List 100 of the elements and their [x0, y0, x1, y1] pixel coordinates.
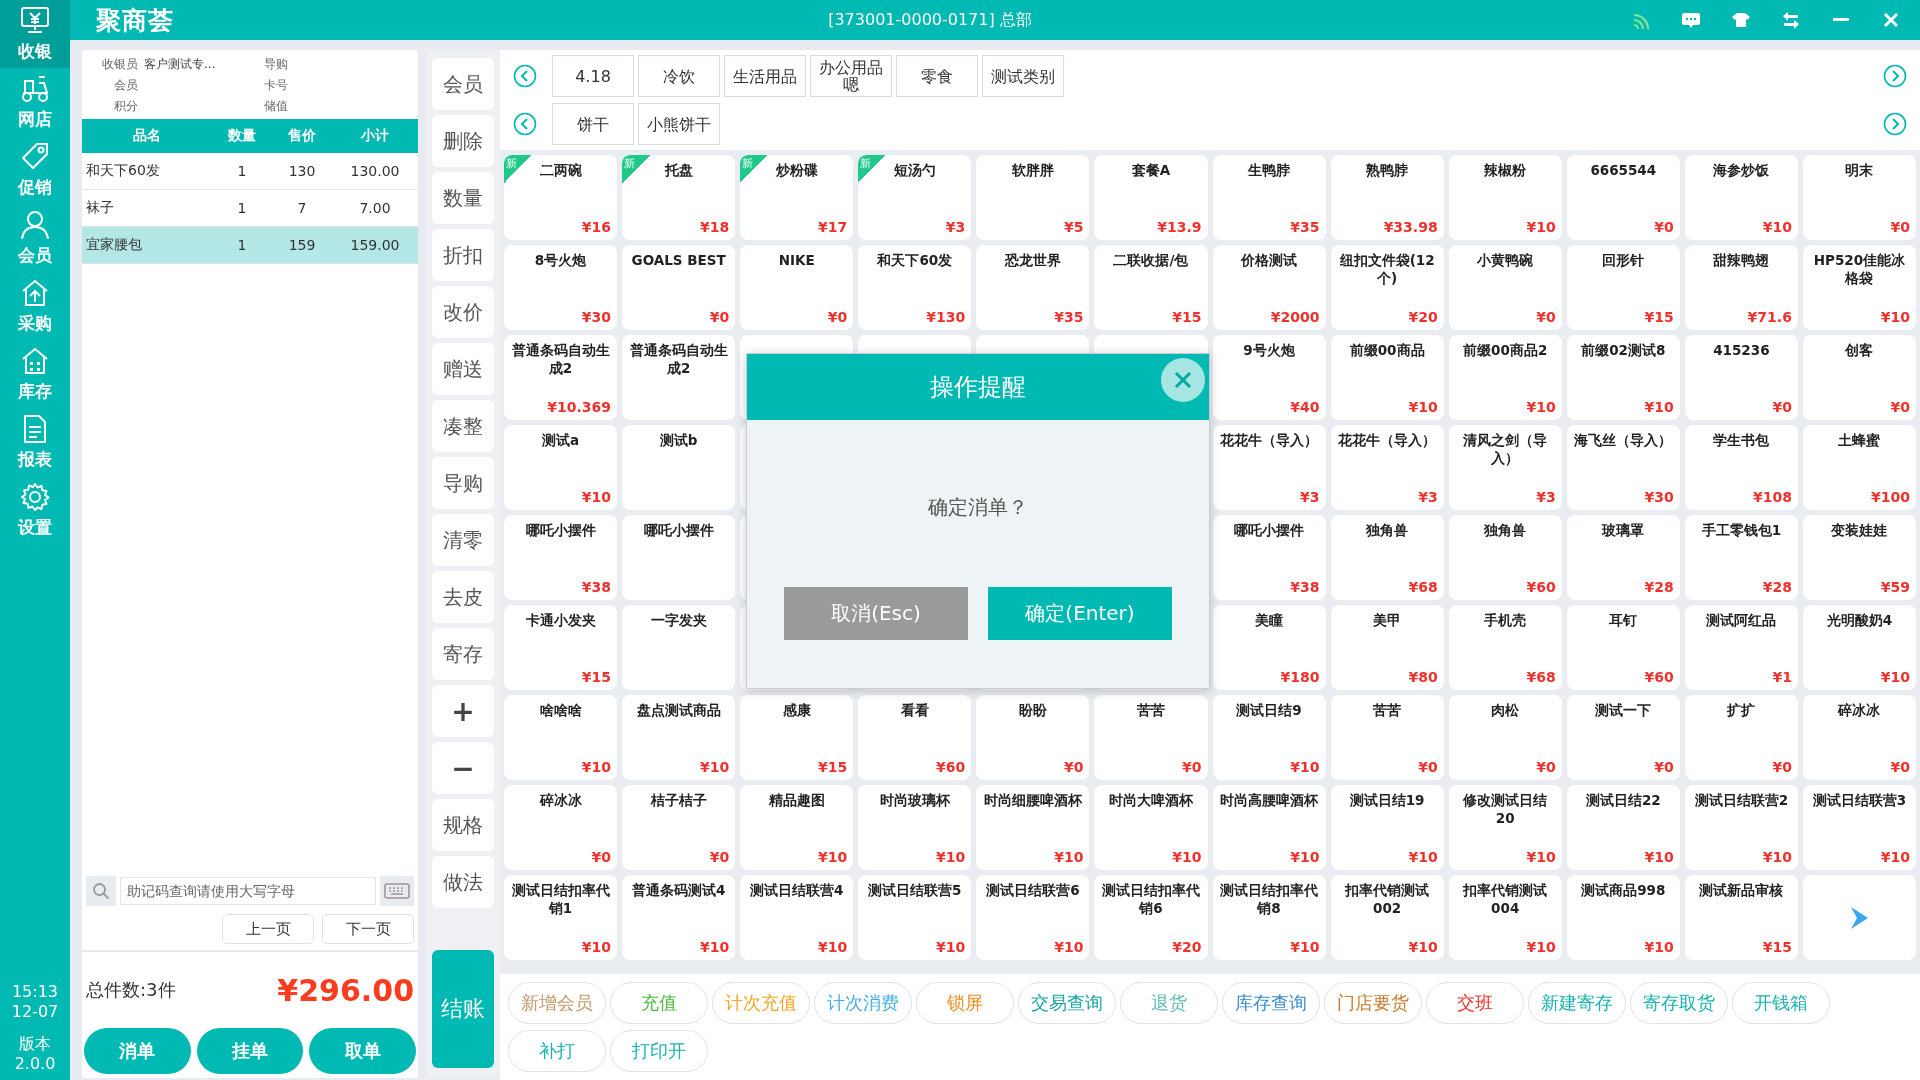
action-button[interactable]: 会员 — [432, 58, 494, 110]
product-tile[interactable]: 玻璃罩 ¥28 — [1566, 515, 1680, 600]
product-tile[interactable]: 测试阿红品 ¥1 — [1684, 605, 1798, 690]
product-tile[interactable]: 美瞳 ¥180 — [1212, 605, 1326, 690]
product-tile[interactable]: 辣椒粉 ¥10 — [1448, 155, 1562, 240]
product-tile[interactable]: 精品趣图 ¥10 — [740, 785, 854, 870]
product-tile[interactable]: 生鸭脖 ¥35 — [1212, 155, 1326, 240]
product-tile[interactable]: 测试日结联营5 ¥10 — [858, 875, 972, 960]
product-tile[interactable]: 测试一下 ¥0 — [1566, 695, 1680, 780]
action-button[interactable]: 规格 — [432, 799, 494, 851]
product-tile[interactable]: 感康 ¥15 — [740, 695, 854, 780]
product-tile[interactable]: 肉松 ¥0 — [1448, 695, 1562, 780]
product-tile[interactable]: 测试日结联营6 ¥10 — [976, 875, 1090, 960]
product-tile[interactable]: GOALS BEST ¥0 — [622, 245, 736, 330]
product-tile[interactable]: 独角兽 ¥68 — [1330, 515, 1444, 600]
product-tile[interactable]: 花花牛（导入） ¥3 — [1212, 425, 1326, 510]
product-tile[interactable]: 看看 ¥60 — [858, 695, 972, 780]
product-tile[interactable]: 新 短汤勺 ¥3 — [858, 155, 972, 240]
product-tile[interactable]: 回形针 ¥15 — [1566, 245, 1680, 330]
action-button[interactable]: 数量 — [432, 172, 494, 224]
product-tile[interactable]: 8号火炮 ¥30 — [504, 245, 618, 330]
function-button[interactable]: 库存查询 — [1222, 982, 1320, 1024]
category-tab[interactable]: 4.18 — [552, 55, 634, 97]
product-tile[interactable]: 光明酸奶4 ¥10 — [1802, 605, 1916, 690]
category-tab[interactable]: 办公用品嗯 — [810, 55, 892, 97]
category-tab[interactable]: 小熊饼干 — [638, 103, 720, 145]
product-tile[interactable]: 新 托盘 ¥18 — [622, 155, 736, 240]
product-tile[interactable]: 测试日结联营4 ¥10 — [740, 875, 854, 960]
product-tile[interactable]: 恐龙世界 ¥35 — [976, 245, 1090, 330]
product-tile[interactable]: 和天下60发 ¥130 — [858, 245, 972, 330]
product-tile[interactable]: 测试新品审核 ¥15 — [1684, 875, 1798, 960]
scroll-left-button[interactable] — [512, 63, 538, 89]
close-button[interactable] — [1161, 358, 1205, 402]
product-tile[interactable]: 啥啥啥 ¥10 — [504, 695, 618, 780]
product-tile[interactable]: 测试日结联营3 ¥10 — [1802, 785, 1916, 870]
product-tile[interactable]: 碎冰冰 ¥0 — [1802, 695, 1916, 780]
product-tile[interactable]: 测试日结联营2 ¥10 — [1684, 785, 1798, 870]
product-tile[interactable]: 新 二两碗 ¥16 — [504, 155, 618, 240]
product-tile[interactable]: 测试日结扣率代销1 ¥10 — [504, 875, 618, 960]
product-tile[interactable]: 修改测试日结20 ¥10 — [1448, 785, 1562, 870]
product-tile[interactable]: 套餐A ¥13.9 — [1094, 155, 1208, 240]
product-tile[interactable]: 415236 ¥0 — [1684, 335, 1798, 420]
product-tile[interactable]: 纽扣文件袋(12个) ¥20 — [1330, 245, 1444, 330]
product-tile[interactable]: 海参炒饭 ¥10 — [1684, 155, 1798, 240]
product-tile[interactable]: 新 炒粉碟 ¥17 — [740, 155, 854, 240]
category-tab[interactable]: 测试类别 — [982, 55, 1064, 97]
product-tile[interactable]: 9号火炮 ¥40 — [1212, 335, 1326, 420]
search-field[interactable]: 助记码查询请使用大写字母 — [120, 877, 376, 905]
action-button[interactable]: 导购 — [432, 457, 494, 509]
product-tile[interactable]: 前缀00商品2 ¥10 — [1448, 335, 1562, 420]
product-tile[interactable]: 6665544 ¥0 — [1566, 155, 1680, 240]
product-tile[interactable]: 价格测试 ¥2000 — [1212, 245, 1326, 330]
product-tile[interactable]: 二联收据/包 ¥15 — [1094, 245, 1208, 330]
action-button[interactable]: 删除 — [432, 115, 494, 167]
product-tile[interactable]: 碎冰冰 ¥0 — [504, 785, 618, 870]
action-button[interactable]: 折扣 — [432, 229, 494, 281]
order-row[interactable]: 袜子 1 7 7.00 — [82, 189, 418, 227]
product-tile[interactable]: 前缀02测试8 ¥10 — [1566, 335, 1680, 420]
product-tile[interactable]: 哪吒小摆件 ¥38 — [504, 515, 618, 600]
function-button[interactable]: 交班 — [1426, 982, 1524, 1024]
order-row[interactable]: 和天下60发 1 130 130.00 — [82, 153, 418, 190]
product-tile[interactable]: 测试日结22 ¥10 — [1566, 785, 1680, 870]
product-tile[interactable]: 测试日结扣率代销6 ¥20 — [1094, 875, 1208, 960]
product-tile[interactable]: 海飞丝（导入） ¥30 — [1566, 425, 1680, 510]
scroll-right-button[interactable] — [1882, 111, 1908, 137]
product-tile[interactable]: 前缀00商品 ¥10 — [1330, 335, 1444, 420]
product-tile[interactable]: 桔子桔子 ¥0 — [622, 785, 736, 870]
category-tab[interactable]: 零食 — [896, 55, 978, 97]
product-tile[interactable]: 变装娃娃 ¥59 — [1802, 515, 1916, 600]
product-tile[interactable]: NIKE ¥0 — [740, 245, 854, 330]
product-tile[interactable]: HP520佳能冰格袋 ¥10 — [1802, 245, 1916, 330]
product-tile[interactable]: 耳钉 ¥60 — [1566, 605, 1680, 690]
action-button[interactable]: 寄存 — [432, 628, 494, 680]
action-button[interactable]: 清零 — [432, 514, 494, 566]
action-button[interactable]: 改价 — [432, 286, 494, 338]
product-tile[interactable]: 软胖胖 ¥5 — [976, 155, 1090, 240]
category-tab[interactable]: 生活用品 — [724, 55, 806, 97]
product-tile[interactable]: 时尚大啤酒杯 ¥10 — [1094, 785, 1208, 870]
category-tab[interactable]: 冷饮 — [638, 55, 720, 97]
scroll-right-button[interactable] — [1882, 63, 1908, 89]
product-tile[interactable]: 独角兽 ¥60 — [1448, 515, 1562, 600]
action-button[interactable]: 凑整 — [432, 400, 494, 452]
action-button[interactable]: 做法 — [432, 856, 494, 908]
product-tile[interactable]: 普通条码自动生成2 — [622, 335, 736, 420]
next-page-button[interactable]: 下一页 — [322, 914, 414, 944]
category-tab[interactable]: 饼干 — [552, 103, 634, 145]
product-tile[interactable]: 测试商品998 ¥10 — [1566, 875, 1680, 960]
product-tile[interactable]: 美甲 ¥80 — [1330, 605, 1444, 690]
product-tile[interactable]: 手工零钱包1 ¥28 — [1684, 515, 1798, 600]
order-row[interactable]: 宜家腰包 1 159 159.00 — [82, 226, 418, 264]
product-tile[interactable]: 花花牛（导入） ¥3 — [1330, 425, 1444, 510]
product-tile[interactable]: 扣率代销测试004 ¥10 — [1448, 875, 1562, 960]
scroll-left-button[interactable] — [512, 111, 538, 137]
product-tile[interactable]: 测试日结19 ¥10 — [1330, 785, 1444, 870]
action-button[interactable]: 赠送 — [432, 343, 494, 395]
product-tile[interactable]: 小黄鸭碗 ¥0 — [1448, 245, 1562, 330]
product-tile[interactable]: 苦苦 ¥0 — [1094, 695, 1208, 780]
product-tile[interactable]: 卡通小发夹 ¥15 — [504, 605, 618, 690]
product-tile[interactable]: 熟鸭脖 ¥33.98 — [1330, 155, 1444, 240]
product-tile[interactable]: 明末 ¥0 — [1802, 155, 1916, 240]
